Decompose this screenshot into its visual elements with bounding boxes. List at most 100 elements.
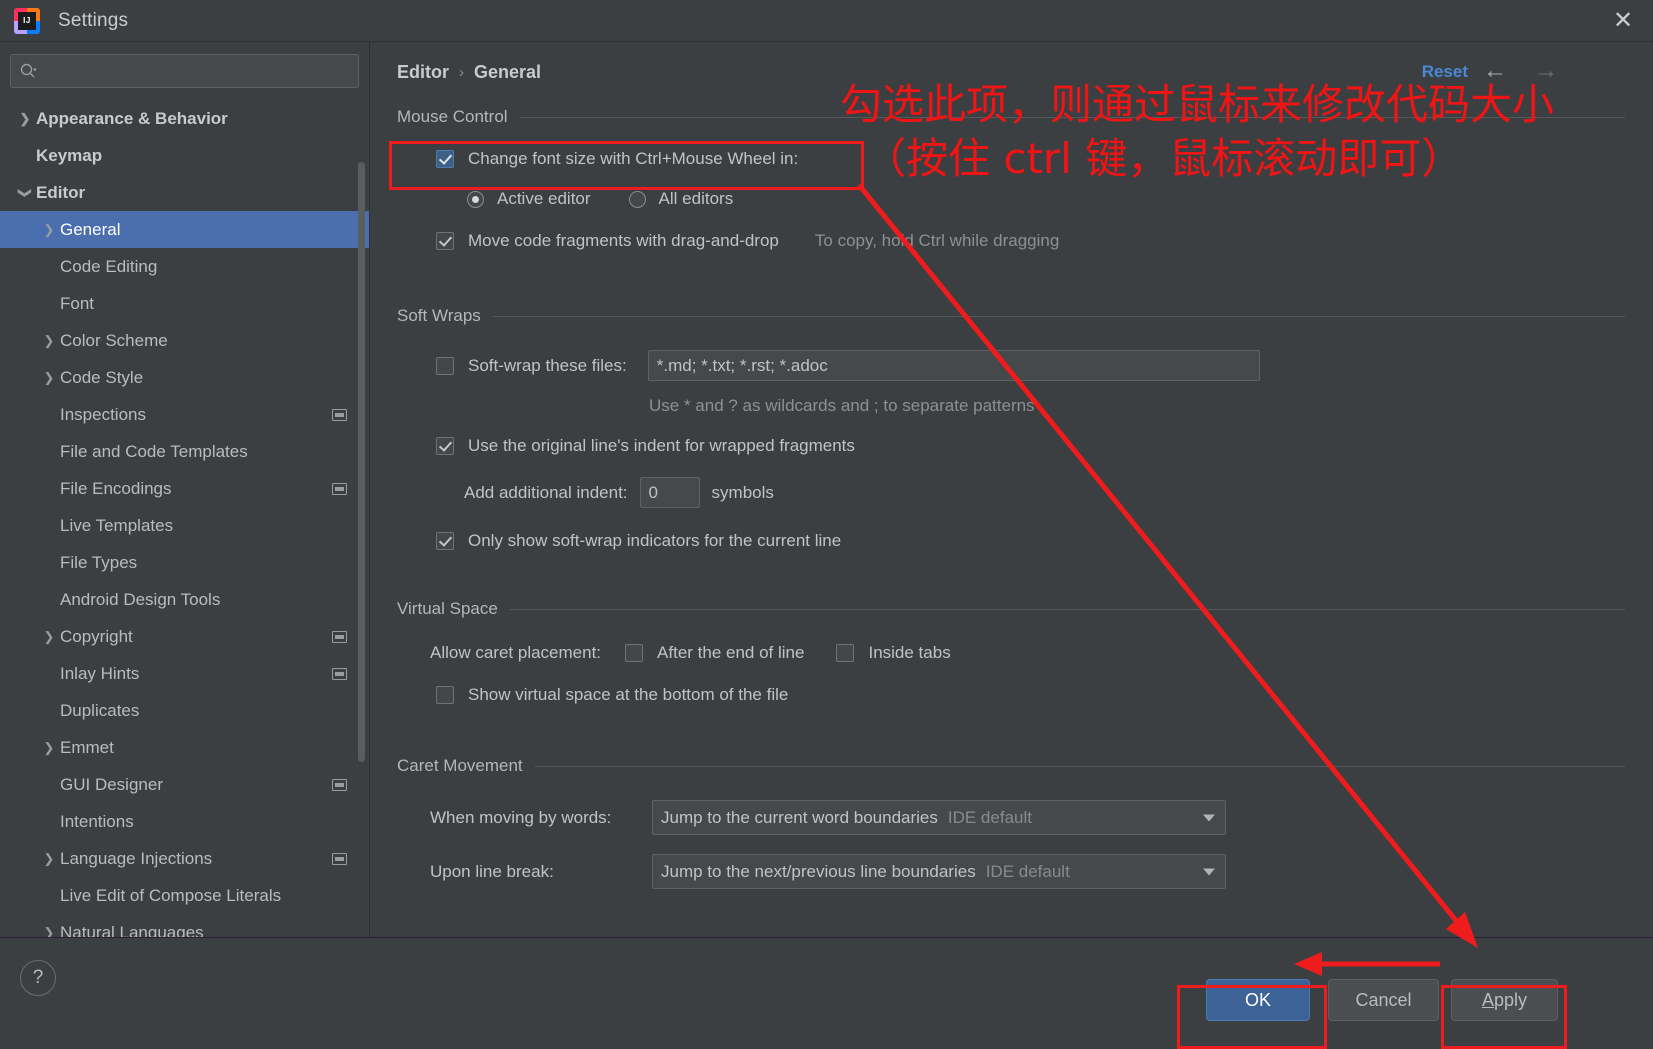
only-show-indicators-row[interactable]: Only show soft-wrap indicators for the c… <box>436 531 1625 551</box>
sidebar-scrollbar-thumb[interactable] <box>358 162 365 762</box>
chevron-right-icon[interactable]: ❯ <box>38 222 60 238</box>
apply-button[interactable]: Apply <box>1451 979 1558 1021</box>
project-scope-icon <box>332 482 347 495</box>
help-button[interactable]: ? <box>20 960 56 996</box>
radio-active-editor[interactable] <box>467 190 484 208</box>
breadcrumb-current: General <box>474 62 542 82</box>
soft-wrap-files-checkbox[interactable] <box>436 356 454 375</box>
add-indent-suffix: symbols <box>711 482 774 502</box>
show-virtual-space-checkbox[interactable] <box>436 686 454 704</box>
sidebar-item-label: Copyright <box>60 626 133 646</box>
sidebar-item-intentions[interactable]: Intentions <box>0 803 369 840</box>
add-indent-label: Add additional indent: <box>464 482 628 502</box>
allow-caret-label: Allow caret placement: <box>430 643 602 662</box>
when-moving-label: When moving by words: <box>430 807 612 827</box>
section-soft-wraps: Soft Wraps Soft-wrap these files: *.md; … <box>397 306 1625 551</box>
divider <box>534 765 1625 767</box>
upon-line-break-suffix: IDE default <box>985 861 1070 881</box>
project-scope-icon <box>332 667 347 680</box>
sidebar-item-language-injections[interactable]: ❯ Language Injections <box>0 840 369 877</box>
radio-all-editors[interactable] <box>628 190 646 208</box>
when-moving-dropdown[interactable]: Jump to the current word boundaries IDE … <box>652 800 1226 835</box>
sidebar-item-editor[interactable]: ❯ Editor <box>0 174 369 211</box>
project-scope-icon <box>332 852 347 865</box>
cancel-button[interactable]: Cancel <box>1328 979 1439 1021</box>
sidebar-item-color-scheme[interactable]: ❯ Color Scheme <box>0 322 369 359</box>
close-icon[interactable]: ✕ <box>1593 0 1653 42</box>
change-font-size-checkbox[interactable] <box>436 150 454 168</box>
sidebar-item-label: Language Injections <box>60 848 213 868</box>
sidebar-item-file-encodings[interactable]: File Encodings <box>0 470 369 507</box>
sidebar-item-label: Live Edit of Compose Literals <box>60 885 282 905</box>
change-font-size-label: Change font size with Ctrl+Mouse Wheel i… <box>468 149 799 168</box>
show-virtual-space-row[interactable]: Show virtual space at the bottom of the … <box>436 685 1625 705</box>
search-input[interactable] <box>39 63 350 79</box>
virtual-space-title-text: Virtual Space <box>397 599 498 618</box>
chevron-right-icon[interactable]: ❯ <box>38 851 60 867</box>
sidebar-item-gui-designer[interactable]: GUI Designer <box>0 766 369 803</box>
sidebar-item-label: Intentions <box>60 811 134 831</box>
only-show-indicators-checkbox[interactable] <box>436 532 454 550</box>
search-box[interactable] <box>10 54 359 88</box>
settings-tree[interactable]: ❯ Appearance & Behavior Keymap ❯ Editor ❯ Gene… <box>0 100 369 937</box>
move-fragments-checkbox[interactable] <box>436 232 454 250</box>
chevron-right-icon[interactable]: ❯ <box>38 370 60 386</box>
soft-wrap-files-input[interactable]: *.md; *.txt; *.rst; *.adoc <box>647 350 1260 381</box>
sidebar-item-code-style[interactable]: ❯ Code Style <box>0 359 369 396</box>
add-indent-input[interactable]: 0 <box>639 477 700 508</box>
original-indent-row[interactable]: Use the original line's indent for wrapp… <box>436 436 1625 456</box>
original-indent-checkbox[interactable] <box>436 437 454 455</box>
sidebar-item-copyright[interactable]: ❯ Copyright <box>0 618 369 655</box>
apply-button-label: pply <box>1493 989 1528 1010</box>
sidebar-item-emmet[interactable]: ❯ Emmet <box>0 729 369 766</box>
nav-arrows: ← → <box>1483 59 1558 83</box>
sidebar-item-live-edit-of-compose-literals[interactable]: Live Edit of Compose Literals <box>0 877 369 914</box>
project-scope-icon <box>332 630 347 643</box>
sidebar-item-file-types[interactable]: File Types <box>0 544 369 581</box>
divider <box>492 315 1625 317</box>
ok-button[interactable]: OK <box>1206 979 1310 1021</box>
chevron-right-icon: › <box>459 64 464 81</box>
chevron-down-icon <box>1203 868 1215 875</box>
add-indent-row: Add additional indent: 0 symbols <box>464 477 1625 508</box>
sidebar-item-inspections[interactable]: Inspections <box>0 396 369 433</box>
sidebar-item-font[interactable]: Font <box>0 285 369 322</box>
settings-main-panel: Editor › General Reset ← → Mouse Control… <box>371 42 1653 937</box>
chevron-down-icon[interactable]: ❯ <box>17 182 33 204</box>
sidebar-item-label: File and Code Templates <box>60 441 248 461</box>
reset-link[interactable]: Reset <box>1422 62 1468 82</box>
sidebar-item-natural-languages[interactable]: ❯ Natural Languages <box>0 914 369 938</box>
chevron-right-icon[interactable]: ❯ <box>38 740 60 756</box>
sidebar-item-label: Live Templates <box>60 515 174 535</box>
change-font-size-checkbox-row[interactable]: Change font size with Ctrl+Mouse Wheel i… <box>436 149 1625 169</box>
forward-arrow-icon[interactable]: → <box>1534 59 1558 83</box>
upon-line-break-dropdown[interactable]: Jump to the next/previous line boundarie… <box>652 854 1226 889</box>
sidebar-item-code-editing[interactable]: Code Editing <box>0 248 369 285</box>
inside-tabs-checkbox[interactable] <box>836 644 855 662</box>
chevron-right-icon[interactable]: ❯ <box>14 111 36 127</box>
chevron-right-icon[interactable]: ❯ <box>38 629 60 645</box>
font-size-scope-radios: Active editor All editors <box>467 189 1625 209</box>
title-bar: IJ Settings ✕ <box>0 0 1653 42</box>
sidebar-scrollbar-track[interactable] <box>358 100 367 762</box>
sidebar-item-general[interactable]: ❯ General <box>0 211 369 248</box>
virtual-space-title: Virtual Space <box>397 599 1625 619</box>
sidebar-item-appearance-behavior[interactable]: ❯ Appearance & Behavior <box>0 100 369 137</box>
move-fragments-row[interactable]: Move code fragments with drag-and-drop T… <box>436 231 1625 251</box>
upon-line-break-value: Jump to the next/previous line boundarie… <box>661 861 976 881</box>
sidebar-item-duplicates[interactable]: Duplicates <box>0 692 369 729</box>
breadcrumb-parent[interactable]: Editor <box>397 62 449 83</box>
sidebar-item-label: Font <box>60 293 95 313</box>
soft-wraps-title: Soft Wraps <box>397 306 1625 326</box>
soft-wrap-files-row[interactable]: Soft-wrap these files: *.md; *.txt; *.rs… <box>436 350 1625 381</box>
settings-sidebar: ❯ Appearance & Behavior Keymap ❯ Editor ❯ Gene… <box>0 42 370 937</box>
sidebar-item-live-templates[interactable]: Live Templates <box>0 507 369 544</box>
sidebar-item-keymap[interactable]: Keymap <box>0 137 369 174</box>
sidebar-item-android-design-tools[interactable]: Android Design Tools <box>0 581 369 618</box>
sidebar-item-file-and-code-templates[interactable]: File and Code Templates <box>0 433 369 470</box>
sidebar-item-inlay-hints[interactable]: Inlay Hints <box>0 655 369 692</box>
chevron-right-icon[interactable]: ❯ <box>38 925 60 938</box>
after-eol-checkbox[interactable] <box>625 644 644 662</box>
chevron-right-icon[interactable]: ❯ <box>38 333 60 349</box>
back-arrow-icon[interactable]: ← <box>1483 59 1507 83</box>
